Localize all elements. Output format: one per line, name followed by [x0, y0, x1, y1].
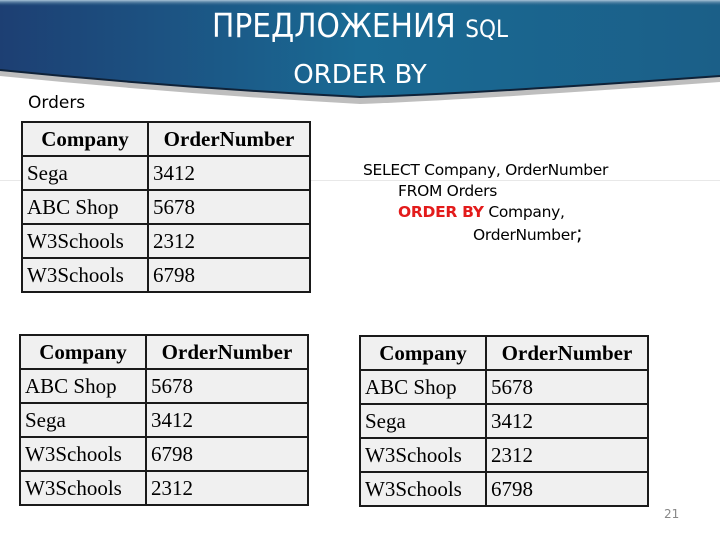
- order-number-cell: 6798: [145, 436, 309, 472]
- table-row: ABC Shop 5678: [359, 369, 649, 405]
- order-number-cell: 5678: [145, 368, 309, 404]
- company-cell: W3Schools: [19, 436, 147, 472]
- column-header: Company: [19, 334, 147, 370]
- column-header: OrderNumber: [147, 121, 311, 157]
- table-header-row: Company OrderNumber: [21, 121, 311, 157]
- table-row: ABC Shop 5678: [19, 368, 309, 404]
- sql-query: SELECT Company, OrderNumber FROM Orders …: [363, 160, 608, 246]
- company-cell: W3Schools: [359, 471, 487, 507]
- order-number-cell: 3412: [147, 155, 311, 191]
- company-cell: W3Schools: [21, 223, 149, 259]
- company-cell: W3Schools: [19, 470, 147, 506]
- table-caption: Orders: [28, 93, 86, 113]
- order-number-cell: 3412: [485, 403, 649, 439]
- table-row: W3Schools 6798: [19, 436, 309, 472]
- table-row: W3Schools 2312: [19, 470, 309, 506]
- sql-line-from: FROM Orders: [398, 182, 498, 200]
- orders-table-sorted-a: Company OrderNumber ABC Shop 5678 Sega 3…: [19, 334, 309, 506]
- orders-table-original: Company OrderNumber Sega 3412 ABC Shop 5…: [21, 121, 311, 293]
- table-header-row: Company OrderNumber: [359, 335, 649, 371]
- table-header-row: Company OrderNumber: [19, 334, 309, 370]
- orders-table-sorted-b: Company OrderNumber ABC Shop 5678 Sega 3…: [359, 335, 649, 507]
- company-cell: ABC Shop: [19, 368, 147, 404]
- column-header: Company: [359, 335, 487, 371]
- table-row: W3Schools 6798: [359, 471, 649, 507]
- sql-line-select: SELECT Company, OrderNumber: [363, 161, 609, 179]
- table-row: W3Schools 6798: [21, 257, 311, 293]
- column-header: OrderNumber: [145, 334, 309, 370]
- company-cell: ABC Shop: [359, 369, 487, 405]
- order-number-cell: 5678: [147, 189, 311, 225]
- order-number-cell: 2312: [147, 223, 311, 259]
- order-number-cell: 3412: [145, 402, 309, 438]
- slide-subtitle: ORDER BY: [293, 60, 427, 90]
- order-number-cell: 6798: [147, 257, 311, 293]
- company-cell: Sega: [19, 402, 147, 438]
- statement-terminator: ;: [576, 221, 583, 245]
- table-row: W3Schools 2312: [21, 223, 311, 259]
- order-number-cell: 6798: [485, 471, 649, 507]
- table-row: ABC Shop 5678: [21, 189, 311, 225]
- order-by-keyword: ORDER BY: [398, 203, 484, 221]
- title-suffix: SQL: [465, 15, 508, 43]
- company-cell: Sega: [359, 403, 487, 439]
- order-by-column-2: OrderNumber: [473, 226, 577, 244]
- order-number-cell: 2312: [485, 437, 649, 473]
- table-row: W3Schools 2312: [359, 437, 649, 473]
- order-number-cell: 5678: [485, 369, 649, 405]
- table-row: Sega 3412: [19, 402, 309, 438]
- order-by-columns: Company,: [483, 203, 565, 221]
- company-cell: Sega: [21, 155, 149, 191]
- table-row: Sega 3412: [359, 403, 649, 439]
- sql-line-continuation: OrderNumber;: [363, 223, 608, 246]
- sql-line-order-by: ORDER BY Company,: [363, 202, 608, 223]
- company-cell: ABC Shop: [21, 189, 149, 225]
- company-cell: W3Schools: [359, 437, 487, 473]
- table-row: Sega 3412: [21, 155, 311, 191]
- slide-number: 21: [664, 507, 680, 521]
- column-header: Company: [21, 121, 149, 157]
- company-cell: W3Schools: [21, 257, 149, 293]
- slide-title: ПРЕДЛОЖЕНИЯ SQL: [0, 6, 720, 45]
- column-header: OrderNumber: [485, 335, 649, 371]
- title-main: ПРЕДЛОЖЕНИЯ: [212, 6, 456, 45]
- order-number-cell: 2312: [145, 470, 309, 506]
